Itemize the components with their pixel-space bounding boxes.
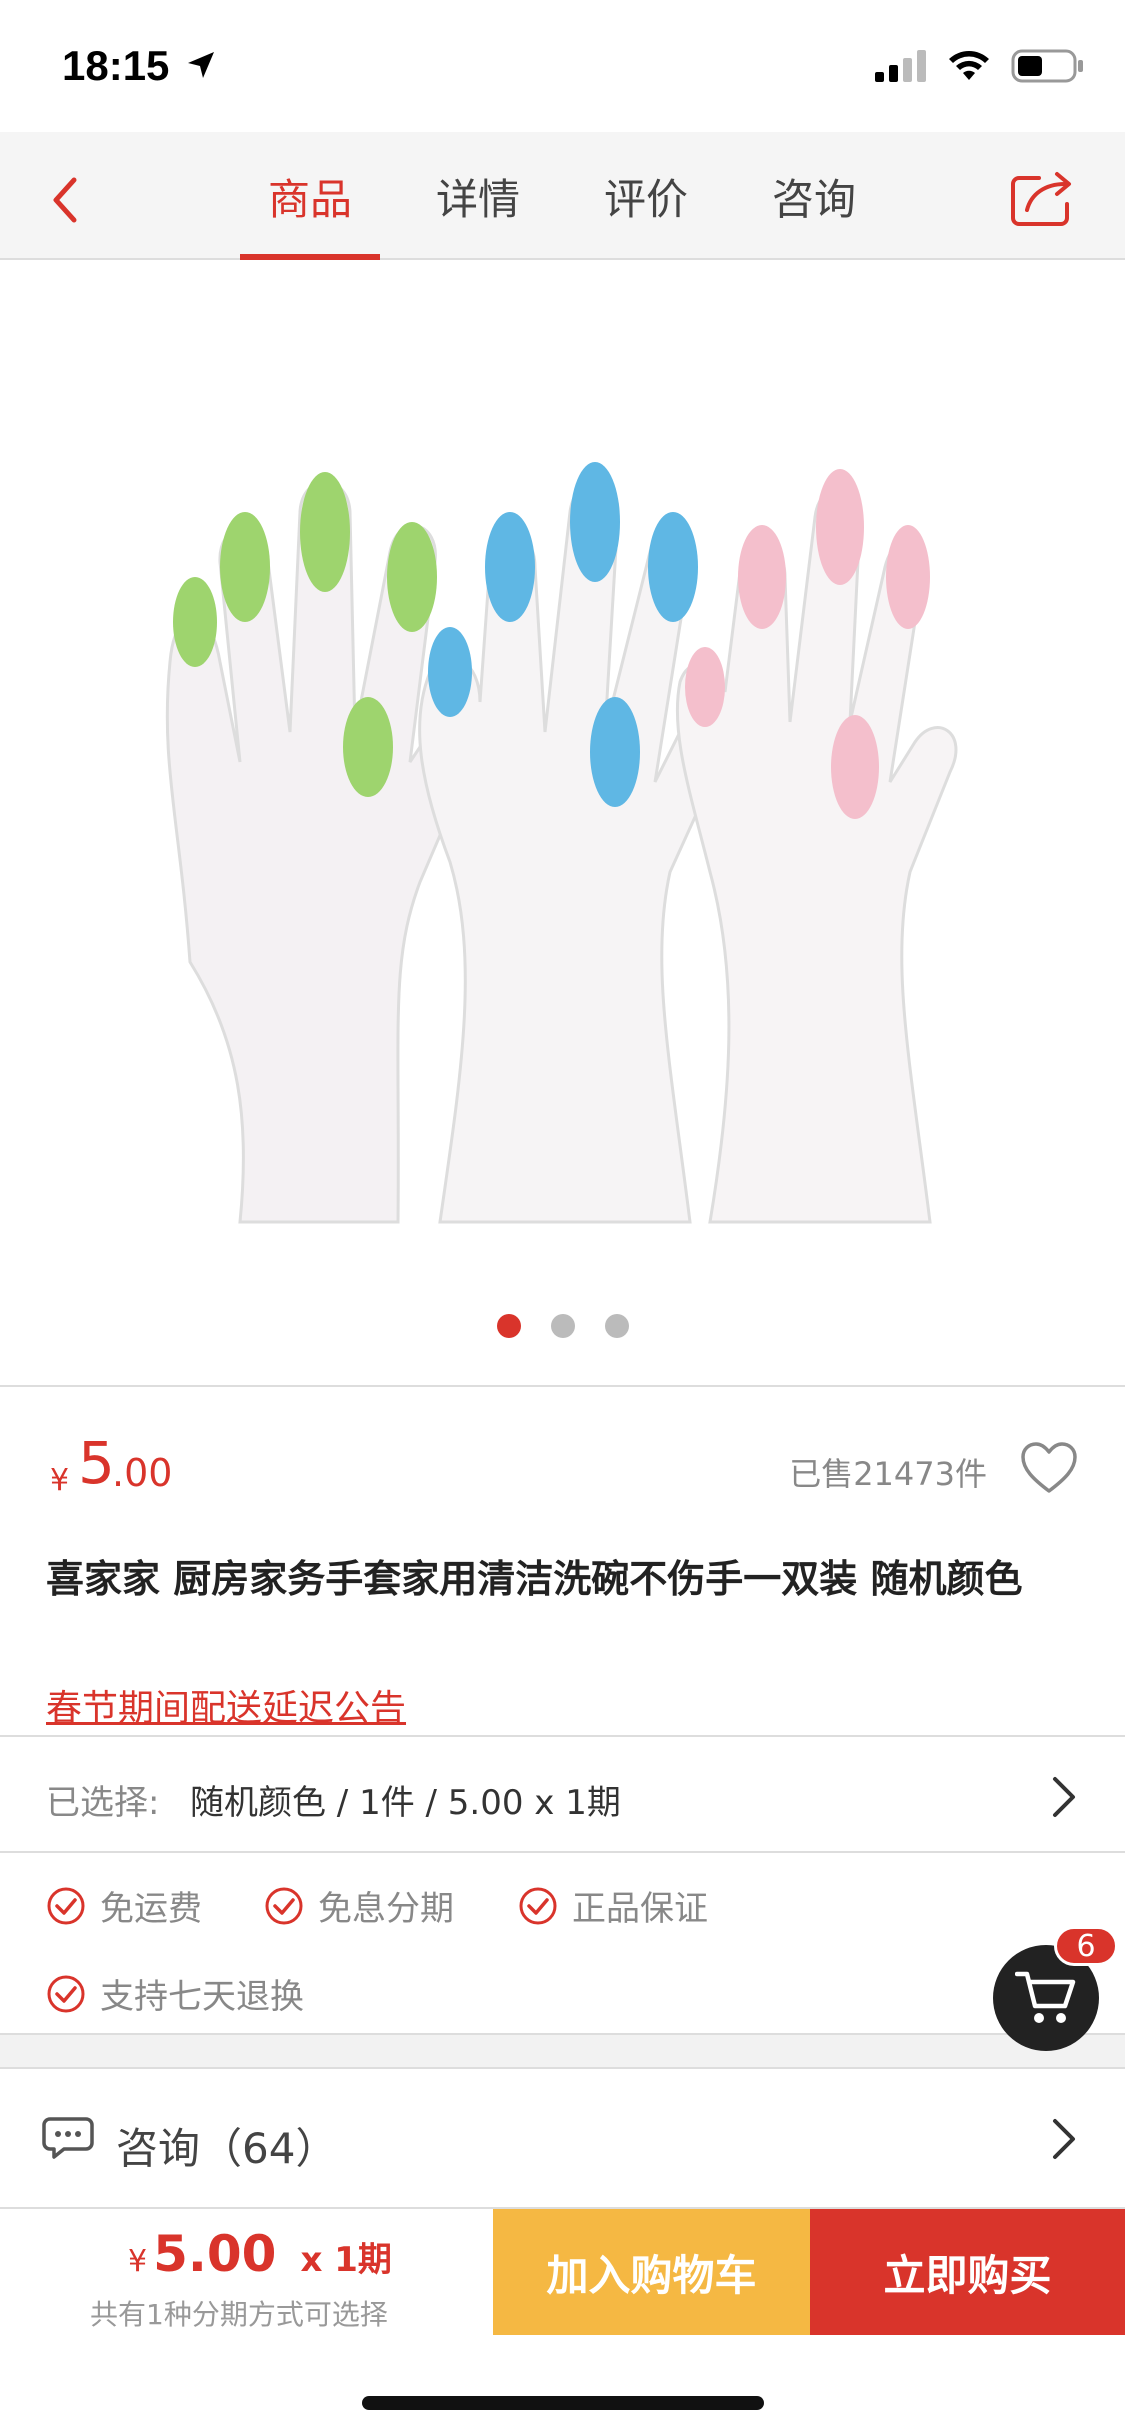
- service-guarantees: 免运费 免息分期 正品保证 支持七天退换: [0, 1853, 1125, 2035]
- cart-count-badge: 6: [1054, 1926, 1118, 1966]
- bottom-action-bar: ¥ 5.00 x 1期 共有1种分期方式可选择 加入购物车 立即购买: [0, 2207, 1125, 2335]
- pagination-dot[interactable]: [604, 1314, 629, 1338]
- add-to-cart-button[interactable]: 加入购物车: [493, 2209, 810, 2335]
- selected-label: 已选择:: [46, 1783, 160, 1823]
- guarantee-label: 免息分期: [318, 1889, 454, 1929]
- tab-label: 咨询: [771, 174, 856, 224]
- tab-label: 评价: [603, 174, 688, 224]
- top-nav: 商品 详情 评价 咨询: [0, 132, 1125, 260]
- product-image-gallery[interactable]: [0, 262, 1125, 1387]
- tab-reviews[interactable]: 评价: [576, 132, 744, 260]
- battery-icon: [1011, 49, 1083, 83]
- check-circle-icon: [47, 1975, 85, 2012]
- guarantee-item: 免运费: [46, 1881, 202, 1930]
- check-circle-icon: [265, 1887, 303, 1924]
- product-info: ¥ 5 .00 已售21473件 喜家家 厨房家务手套家用清洁洗碗不伤手一双装 …: [0, 1389, 1125, 1735]
- price-integer: 5: [78, 1429, 115, 1497]
- pagination-dot-active[interactable]: [496, 1314, 521, 1338]
- guarantee-label: 免运费: [100, 1889, 202, 1929]
- pagination-dot[interactable]: [550, 1314, 575, 1338]
- price-currency: ¥: [50, 1463, 70, 1498]
- heart-icon[interactable]: [1019, 1441, 1079, 1495]
- location-arrow-icon: [188, 52, 214, 78]
- price-decimal: .00: [112, 1451, 173, 1495]
- selected-value: 随机颜色 / 1件 / 5.00 x 1期: [190, 1783, 621, 1823]
- glove-pink: [675, 469, 958, 1224]
- buy-now-button[interactable]: 立即购买: [810, 2209, 1125, 2335]
- consult-label: 咨询（64）: [116, 2124, 338, 2173]
- wifi-icon: [949, 51, 989, 80]
- chevron-right-icon: [1053, 2119, 1075, 2159]
- status-bar: 18:15: [0, 0, 1125, 132]
- tab-label: 详情: [435, 174, 520, 224]
- tab-consult[interactable]: 咨询: [744, 132, 912, 260]
- guarantee-item: 支持七天退换: [46, 1969, 304, 2018]
- selected-options-row[interactable]: 已选择: 随机颜色 / 1件 / 5.00 x 1期: [0, 1735, 1125, 1853]
- glove-blue: [418, 462, 727, 1224]
- guarantee-item: 正品保证: [518, 1881, 708, 1930]
- tab-label: 商品: [267, 174, 352, 224]
- share-icon[interactable]: [1009, 164, 1079, 228]
- tab-details[interactable]: 详情: [408, 132, 576, 260]
- consult-row[interactable]: 咨询（64）: [0, 2067, 1125, 2207]
- home-indicator[interactable]: [362, 2396, 764, 2410]
- check-circle-icon: [47, 1887, 85, 1924]
- section-divider: [0, 2035, 1125, 2067]
- chevron-right-icon: [1053, 1777, 1075, 1817]
- guarantee-label: 正品保证: [572, 1889, 708, 1929]
- check-circle-icon: [519, 1887, 557, 1924]
- tab-product[interactable]: 商品: [240, 132, 408, 260]
- chat-bubble-icon: [42, 2117, 94, 2159]
- bottom-price: ¥ 5.00 x 1期: [128, 2225, 392, 2283]
- bottom-price-periods: x 1期: [300, 2240, 392, 2280]
- bottom-price-currency: ¥: [128, 2244, 148, 2279]
- delivery-notice-link[interactable]: 春节期间配送延迟公告: [46, 1679, 406, 1731]
- cellular-signal-icon: [875, 50, 926, 82]
- product-image-gloves: [165, 462, 958, 1224]
- gallery-pagination: [0, 1314, 1125, 1338]
- shopping-cart-icon: [1015, 1971, 1076, 2023]
- chevron-left-icon[interactable]: [40, 170, 90, 230]
- sold-count: 已售21473件: [789, 1455, 987, 1493]
- guarantee-item: 免息分期: [264, 1881, 454, 1930]
- tab-bar: 商品 详情 评价 咨询: [240, 132, 912, 260]
- glove-green: [165, 472, 493, 1224]
- status-time: 18:15: [62, 42, 170, 89]
- product-title: 喜家家 厨房家务手套家用清洁洗碗不伤手一双装 随机颜色: [46, 1557, 1023, 1601]
- bottom-price-value: 5.00: [153, 2225, 277, 2283]
- installment-info: 共有1种分期方式可选择: [90, 2298, 388, 2331]
- guarantee-label: 支持七天退换: [100, 1977, 304, 2017]
